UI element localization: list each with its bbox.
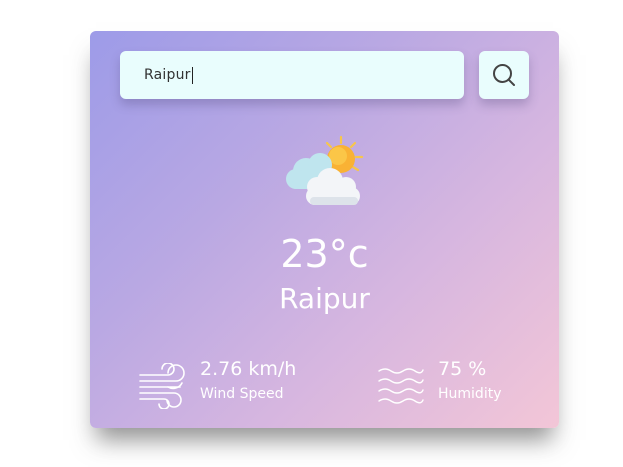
search-input[interactable]: Raipur (120, 51, 464, 99)
search-input-value[interactable]: Raipur (144, 67, 191, 83)
humidity-label: Humidity (438, 386, 502, 402)
wind-speed-label: Wind Speed (200, 386, 284, 402)
temperature: 23°c (280, 232, 369, 276)
humidity-value: 75 % (438, 358, 487, 380)
text-caret (191, 66, 193, 84)
city-name: Raipur (279, 282, 370, 315)
wind-icon (139, 363, 185, 409)
search-icon (493, 64, 515, 86)
sun-behind-clouds-icon (286, 135, 364, 205)
wind-speed: 2.76 km/h Wind Speed (200, 357, 296, 404)
search-button[interactable] (479, 51, 529, 99)
weather-card: Raipur 23°c Raipur 2.76 km/h Wind Speed … (90, 31, 559, 428)
humidity-waves-icon (378, 368, 424, 404)
humidity: 75 % Humidity (438, 357, 501, 404)
wind-speed-value: 2.76 km/h (200, 358, 297, 380)
